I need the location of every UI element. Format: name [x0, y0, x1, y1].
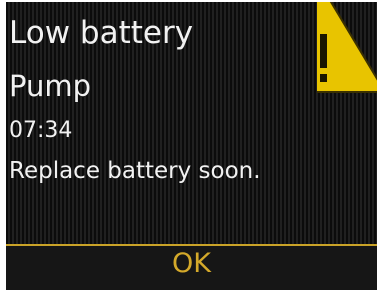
alert-source: Pump — [9, 69, 92, 103]
softkey-bar: OK — [6, 244, 377, 290]
alert-message: Replace battery soon. — [9, 158, 261, 184]
alert-time: 07:34 — [9, 118, 73, 143]
warning-triangle-icon — [317, 2, 377, 94]
alert-screen: Low battery Pump 07:34 Replace battery s… — [6, 2, 377, 290]
ok-button[interactable]: OK — [6, 250, 377, 277]
alert-title: Low battery — [9, 15, 194, 51]
